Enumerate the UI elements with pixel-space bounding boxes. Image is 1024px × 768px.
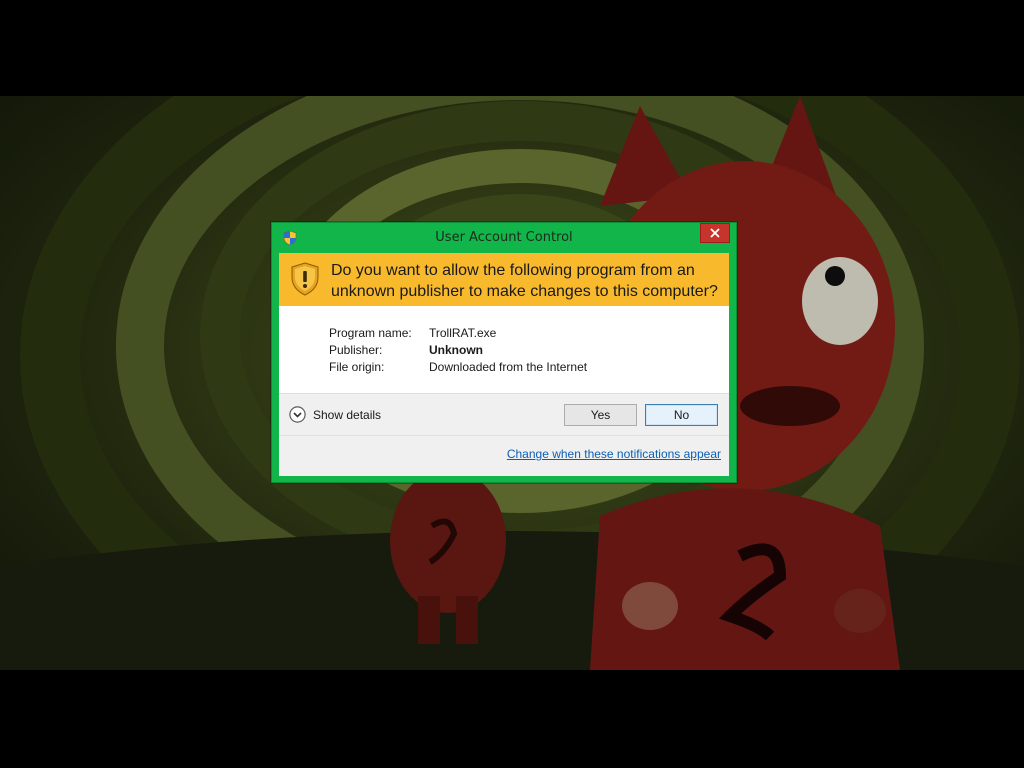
file-origin-label: File origin: — [329, 360, 385, 374]
dialog-footer: Change when these notifications appear — [279, 436, 729, 476]
show-details-label: Show details — [313, 407, 382, 422]
warning-banner: Do you want to allow the following progr… — [279, 253, 729, 306]
dialog-body: Do you want to allow the following progr… — [279, 253, 729, 476]
program-name-label: Program name: — [329, 326, 412, 340]
close-button[interactable] — [700, 223, 730, 243]
uac-dialog: User Account Control Do you want to allo… — [271, 222, 737, 483]
yes-button[interactable]: Yes — [564, 404, 637, 426]
file-origin-value: Downloaded from the Internet — [429, 360, 588, 374]
publisher-label: Publisher: — [329, 343, 383, 357]
close-icon — [710, 228, 720, 238]
no-button[interactable]: No — [645, 404, 718, 426]
chevron-down-icon — [289, 406, 306, 423]
publisher-value: Unknown — [429, 343, 483, 357]
title-bar: User Account Control — [272, 223, 736, 253]
warning-shield-icon — [290, 262, 320, 296]
dialog-title: User Account Control — [435, 230, 573, 245]
consent-question: Do you want to allow the following progr… — [331, 262, 718, 300]
show-details-toggle[interactable]: Show details — [289, 406, 381, 423]
action-bar: Show details Yes No — [279, 393, 729, 436]
notification-settings-link[interactable]: Change when these notifications appear — [507, 447, 721, 461]
program-name-value: TrollRAT.exe — [429, 326, 497, 340]
screen: User Account Control Do you want to allo… — [0, 0, 1024, 768]
